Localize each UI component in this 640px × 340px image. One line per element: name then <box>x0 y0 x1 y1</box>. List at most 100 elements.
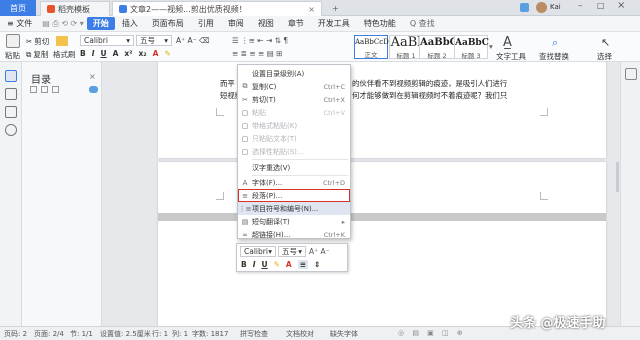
ctx-set-outline-level[interactable]: 设置目录级别(A) <box>238 67 350 80</box>
menu-special[interactable]: 特色功能 <box>357 18 403 29</box>
mini-grow-shrink[interactable]: A⁺ A⁻ <box>309 247 330 256</box>
scissors-icon: ✂ <box>26 37 33 46</box>
mini-size-select[interactable]: 五号 ▾ <box>278 246 306 257</box>
ctx-bullets-numbering[interactable]: ⋮≡ 项目符号和编号(N)... <box>238 202 350 215</box>
doc-line-2b[interactable]: 何才能够做到在剪辑视频时不着痕迹呢？我们只 <box>352 90 507 102</box>
expand-icon[interactable] <box>30 86 37 93</box>
highlight-icon[interactable]: ✎ <box>274 260 280 269</box>
paste-button-label[interactable]: 粘贴 <box>5 50 20 61</box>
menu-home[interactable]: 开始 <box>86 17 115 30</box>
tab-docer-templates[interactable]: 稻壳模板 <box>40 1 110 16</box>
format-painter-icon[interactable] <box>56 36 68 46</box>
paste-icon[interactable] <box>6 34 20 48</box>
format-painter-label[interactable]: 格式刷 <box>53 49 76 60</box>
left-nav-bar <box>0 62 22 326</box>
style-heading1-label: 标题 1 <box>396 52 416 60</box>
avatar[interactable] <box>536 2 547 13</box>
menu-search[interactable]: Q 查找 <box>403 18 442 29</box>
mini-format-buttons: B I U ✎ A ≡ ⇕ <box>241 260 320 269</box>
bold-icon[interactable]: B <box>80 49 86 58</box>
ctx-hyperlink[interactable]: ∞ 超链接(H)... Ctrl+K <box>238 228 350 241</box>
menu-insert[interactable]: 插入 <box>115 18 145 29</box>
strike-icon[interactable]: A <box>113 49 119 58</box>
paragraph-list-buttons[interactable]: ☰ ⋮≡ ⇤ ⇥ ⇅ ¶ <box>232 36 288 45</box>
doc-line-1a[interactable]: 而平 <box>220 78 235 90</box>
ctx-paste-formatted: ▢ 带格式粘贴(K) <box>238 119 350 132</box>
status-spell-check[interactable]: 拼写检查 <box>240 329 268 339</box>
page-2 <box>158 162 606 326</box>
ctx-label: 汉字重选(V) <box>252 163 291 172</box>
close-panel-icon[interactable]: × <box>89 72 96 81</box>
menu-sections[interactable]: 章节 <box>281 18 311 29</box>
status-word-count[interactable]: 字数: 1817 <box>192 329 228 339</box>
style-gallery-more-icon[interactable]: ▾ <box>489 42 493 51</box>
minimize-button[interactable]: – <box>578 1 583 11</box>
ctx-paste: ▢ 粘贴 Ctrl+V <box>238 106 350 119</box>
close-tab-icon[interactable]: × <box>308 5 315 14</box>
subscript-icon[interactable]: x₂ <box>139 49 147 58</box>
font-size-select[interactable]: 五号 ▾ <box>136 35 172 46</box>
maximize-button[interactable]: □ <box>597 1 605 10</box>
underline-icon[interactable]: U <box>262 260 268 269</box>
style-normal[interactable]: AaBbCcDd 正文 <box>354 35 393 59</box>
pages-panel-icon[interactable] <box>5 88 17 100</box>
bold-icon[interactable]: B <box>241 260 247 269</box>
vertical-scrollbar[interactable] <box>616 162 619 192</box>
status-missing-font[interactable]: 缺失字体 <box>330 329 358 339</box>
level-icon[interactable] <box>52 86 59 93</box>
menu-page-layout[interactable]: 页面布局 <box>145 18 191 29</box>
mini-font-select[interactable]: Calibri ▾ <box>240 246 276 257</box>
tab-document[interactable]: 文章2——视频...剪出优质视频！ × <box>112 1 322 16</box>
ctx-copy[interactable]: ⧉ 复制(C) Ctrl+C <box>238 80 350 93</box>
line-spacing-icon[interactable]: ⇕ <box>314 260 320 269</box>
align-icon[interactable]: ≡ <box>297 260 309 269</box>
copy-button[interactable]: ⧉ 复制 <box>26 49 48 60</box>
layout-icon[interactable] <box>520 3 529 12</box>
outline-panel-icon[interactable] <box>5 70 17 82</box>
new-tab-button[interactable]: + <box>326 1 345 16</box>
italic-icon[interactable]: I <box>253 260 256 269</box>
superscript-icon[interactable]: x² <box>124 49 132 58</box>
close-window-button[interactable]: × <box>617 0 625 11</box>
ctx-font[interactable]: A 字体(F)... Ctrl+D <box>238 176 350 189</box>
font-name-select[interactable]: Calibri ▾ <box>80 35 134 46</box>
style-heading2[interactable]: AaBbC 标题 2 <box>419 35 458 60</box>
view-mode-icons[interactable]: ◎ ▤ ▣ ◫ ⊕ <box>398 329 466 337</box>
font-color-icon[interactable]: A <box>286 260 292 269</box>
search-panel-icon[interactable] <box>5 124 17 136</box>
font-color-icon[interactable]: A <box>153 49 159 58</box>
cut-label: 剪切 <box>34 37 50 46</box>
menu-review[interactable]: 审阅 <box>221 18 251 29</box>
ctx-cut[interactable]: ✂ 剪切(T) Ctrl+X <box>238 93 350 106</box>
chevron-down-icon: ▾ <box>126 36 130 45</box>
select-button[interactable]: 选择 <box>597 51 612 62</box>
paragraph-align-buttons[interactable]: ≡ ≣ ≡ ≡ ▤ ⊞ <box>232 49 282 58</box>
italic-icon[interactable]: I <box>92 49 95 58</box>
collapse-icon[interactable] <box>41 86 48 93</box>
font-grow-shrink-buttons[interactable]: A⁺ A⁻ ⌫ <box>176 36 210 45</box>
text-tools-button[interactable]: 文字工具 <box>496 51 526 62</box>
bookmark-panel-icon[interactable] <box>5 106 17 118</box>
doc-line-1b[interactable]: 的伙伴看不到视频剪辑的痕迹，是吸引人们进行 <box>352 78 507 90</box>
cut-button[interactable]: ✂ 剪切 <box>26 36 49 47</box>
status-proofread[interactable]: 文档校对 <box>286 329 314 339</box>
menu-references[interactable]: 引用 <box>191 18 221 29</box>
find-replace-button[interactable]: 查找替换 <box>539 51 569 62</box>
menu-file[interactable]: ≡ 文件 <box>0 18 39 29</box>
ctx-paragraph[interactable]: ≡ 段落(P)... <box>238 189 350 202</box>
style-heading1[interactable]: AaBl 标题 1 <box>389 35 423 60</box>
style-heading3[interactable]: AaBbC 标题 3 <box>454 35 489 60</box>
menu-view[interactable]: 视图 <box>251 18 281 29</box>
font-format-buttons[interactable]: B I U Ax² x₂ A ✎ <box>80 49 171 58</box>
highlight-icon[interactable]: ✎ <box>164 49 170 58</box>
underline-icon[interactable]: U <box>101 49 107 58</box>
tab-home[interactable]: 首页 <box>0 0 36 16</box>
ctx-translate[interactable]: ▤ 短句翻译(T) ▸ <box>238 215 350 228</box>
side-tool-icon[interactable] <box>625 68 637 80</box>
selected-paragraph[interactable] <box>158 213 606 221</box>
toggle-icon[interactable] <box>89 86 98 93</box>
menu-developer[interactable]: 开发工具 <box>311 18 357 29</box>
ctx-reconvert[interactable]: 汉字重选(V) <box>238 161 350 174</box>
mini-format-toolbar: Calibri ▾ 五号 ▾ A⁺ A⁻ B I U ✎ A ≡ ⇕ <box>236 243 348 272</box>
quick-access-icons[interactable]: ▤ ⎙ ⟲ ⟳ ▾ <box>39 19 87 29</box>
